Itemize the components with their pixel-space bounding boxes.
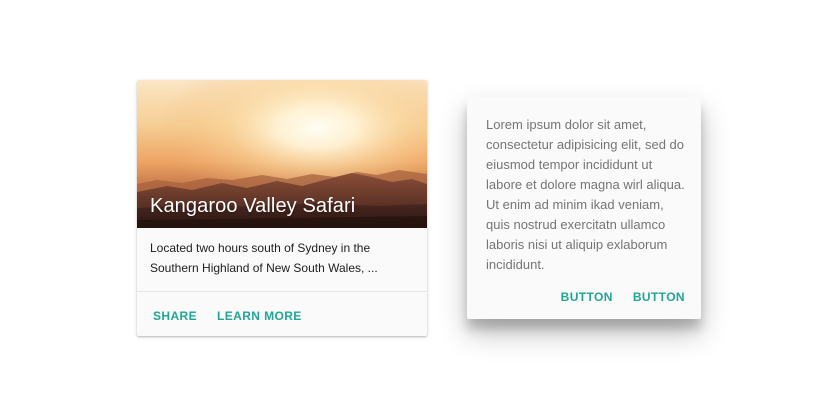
text-card: Lorem ipsum dolor sit amet, consectetur … xyxy=(467,97,701,319)
page: Kangaroo Valley Safari Located two hours… xyxy=(0,0,839,417)
card-action-button-1[interactable]: BUTTON xyxy=(553,287,621,307)
card-title: Kangaroo Valley Safari xyxy=(150,195,356,217)
card-action-button-2[interactable]: BUTTON xyxy=(625,287,693,307)
media-card: Kangaroo Valley Safari Located two hours… xyxy=(137,80,427,336)
card-supporting-text: Located two hours south of Sydney in the… xyxy=(150,241,378,275)
share-button[interactable]: SHARE xyxy=(145,306,205,326)
card-actions: BUTTON BUTTON xyxy=(549,287,693,307)
card-divider xyxy=(137,291,427,292)
learn-more-button[interactable]: LEARN MORE xyxy=(209,306,310,326)
card-body-text: Lorem ipsum dolor sit amet, consectetur … xyxy=(486,117,685,272)
card-actions: SHARE LEARN MORE xyxy=(145,306,314,326)
sunset-media-image: Kangaroo Valley Safari xyxy=(137,80,427,228)
